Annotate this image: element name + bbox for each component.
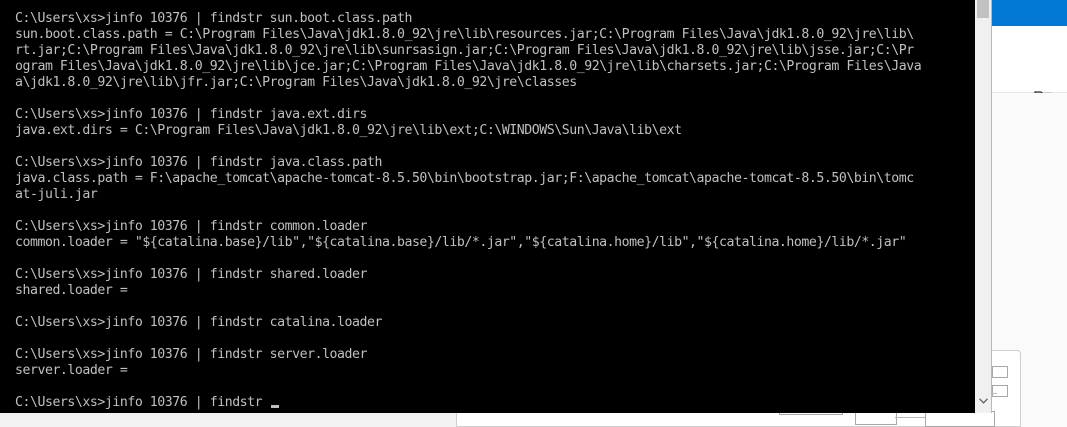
console-line: rt.jar;C:\Program Files\Java\jdk1.8.0_92… — [15, 43, 975, 59]
vertical-scrollbar[interactable] — [975, 0, 991, 413]
console-line: common.loader = "${catalina.base}/lib","… — [15, 235, 975, 251]
console-line-text: C:\Users\xs>jinfo 10376 | findstr — [15, 395, 270, 410]
console-line-text: java.class.path = F:\apache_tomcat\apach… — [15, 171, 914, 186]
background-window-titlebar[interactable] — [990, 0, 1067, 26]
diagram-box — [992, 366, 1008, 378]
console-line-text: C:\Users\xs>jinfo 10376 | findstr shared… — [15, 267, 368, 282]
diagram-box — [925, 411, 995, 427]
desktop: C:\Users\xs>jinfo 10376 | findstr sun.bo… — [0, 0, 1067, 427]
diagram-box — [855, 411, 897, 425]
console-line: C:\Users\xs>jinfo 10376 | findstr sun.bo… — [15, 11, 975, 27]
console-line: at-juli.jar — [15, 187, 975, 203]
diagram-connector — [895, 417, 925, 418]
console-line: C:\Users\xs>jinfo 10376 | findstr catali… — [15, 315, 975, 331]
console-line-text: C:\Users\xs>jinfo 10376 | findstr common… — [15, 219, 368, 234]
text-cursor — [270, 405, 279, 408]
console-line: C:\Users\xs>jinfo 10376 | findstr java.e… — [15, 107, 975, 123]
console-line-text: C:\Users\xs>jinfo 10376 | findstr catali… — [15, 315, 382, 330]
console-line-text: C:\Users\xs>jinfo 10376 | findstr java.c… — [15, 155, 382, 170]
background-window-toolbar — [990, 26, 1067, 104]
console-line: ogram Files\Java\jdk1.8.0_92\jre\lib\jce… — [15, 59, 975, 75]
diagram-box — [992, 385, 1008, 397]
console-line: sun.boot.class.path = C:\Program Files\J… — [15, 27, 975, 43]
console-line-text: shared.loader = — [15, 283, 128, 298]
console-line-text: server.loader = — [15, 363, 128, 378]
console-line: C:\Users\xs>jinfo 10376 | findstr server… — [15, 347, 975, 363]
console-line-text: at-juli.jar — [15, 187, 98, 202]
console-line-text: java.ext.dirs = C:\Program Files\Java\jd… — [15, 123, 682, 138]
command-prompt-window[interactable]: C:\Users\xs>jinfo 10376 | findstr sun.bo… — [0, 0, 992, 413]
console-output[interactable]: C:\Users\xs>jinfo 10376 | findstr sun.bo… — [15, 11, 975, 411]
console-line-text: rt.jar;C:\Program Files\Java\jdk1.8.0_92… — [15, 43, 914, 58]
console-line: C:\Users\xs>jinfo 10376 | findstr java.c… — [15, 155, 975, 171]
scrollbar-thumb[interactable] — [977, 0, 989, 18]
chevron-down-icon[interactable] — [975, 394, 991, 410]
console-line-text: C:\Users\xs>jinfo 10376 | findstr sun.bo… — [15, 11, 412, 26]
console-line: a\jdk1.8.0_92\jre\lib\jfr.jar;C:\Program… — [15, 75, 975, 91]
console-line: C:\Users\xs>jinfo 10376 | findstr — [15, 395, 975, 411]
console-line: C:\Users\xs>jinfo 10376 | findstr common… — [15, 219, 975, 235]
console-line-text: common.loader = "${catalina.base}/lib","… — [15, 235, 907, 250]
console-line: java.class.path = F:\apache_tomcat\apach… — [15, 171, 975, 187]
console-line-text: C:\Users\xs>jinfo 10376 | findstr java.e… — [15, 107, 368, 122]
console-line-text: sun.boot.class.path = C:\Program Files\J… — [15, 27, 914, 42]
console-line: shared.loader = — [15, 283, 975, 299]
console-line-text: C:\Users\xs>jinfo 10376 | findstr server… — [15, 347, 368, 362]
console-line-text: ogram Files\Java\jdk1.8.0_92\jre\lib\jce… — [15, 59, 922, 74]
console-line: server.loader = — [15, 363, 975, 379]
console-line-text: a\jdk1.8.0_92\jre\lib\jfr.jar;C:\Program… — [15, 75, 577, 90]
console-line: C:\Users\xs>jinfo 10376 | findstr shared… — [15, 267, 975, 283]
console-line: java.ext.dirs = C:\Program Files\Java\jd… — [15, 123, 975, 139]
